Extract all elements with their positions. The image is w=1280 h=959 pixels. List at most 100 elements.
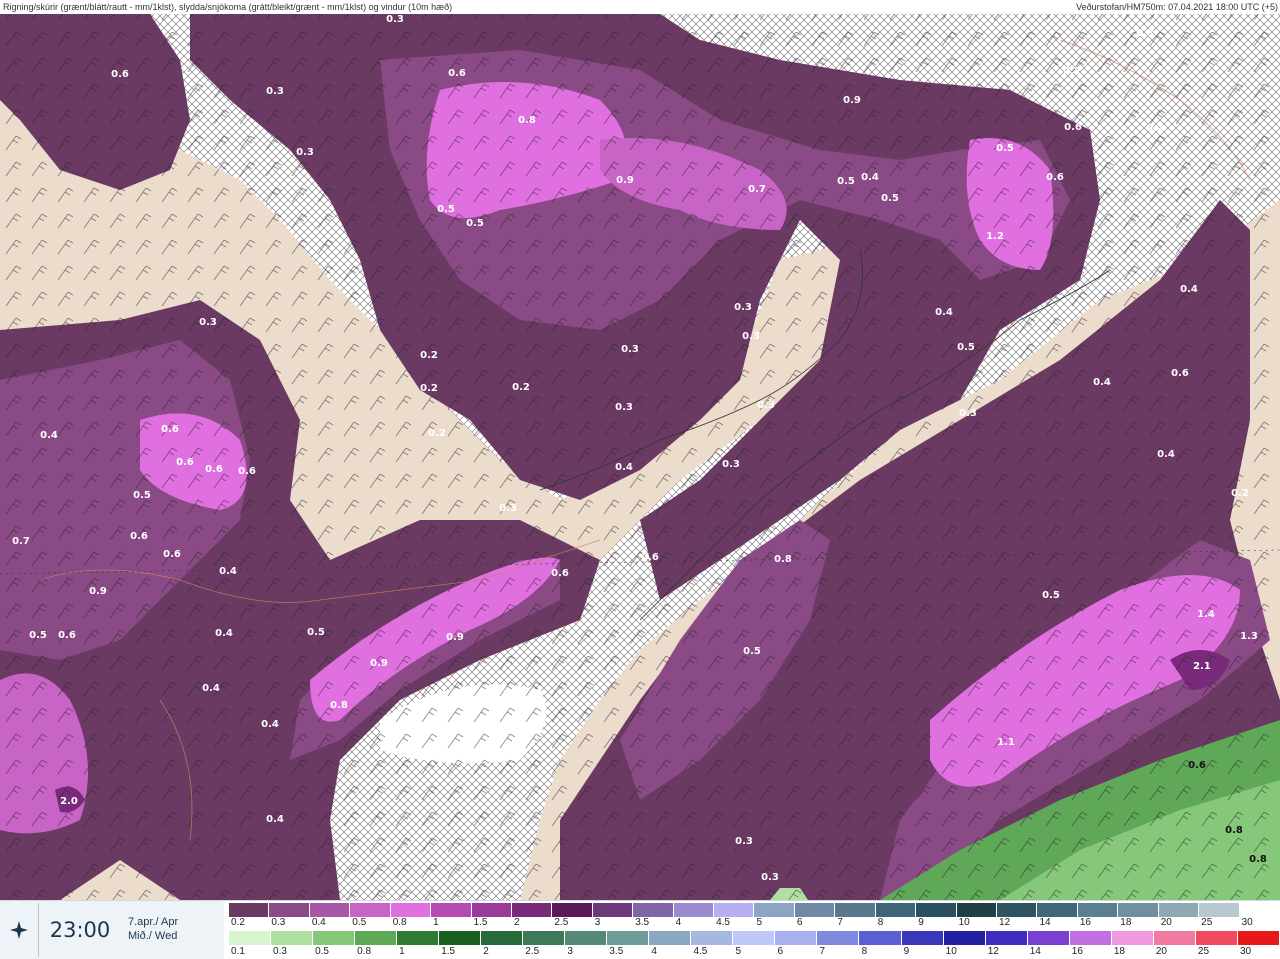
legend-label: 0.3 — [273, 946, 287, 957]
precip-value-label: 0.9 — [89, 586, 107, 597]
precip-value-label: 0.5 — [881, 193, 899, 204]
precip-value-label: 2.1 — [1193, 661, 1211, 672]
legend-label: 9 — [903, 946, 910, 957]
forecast-date: 7.apr./ Apr Mið./ Wed — [128, 915, 178, 943]
legend-swatch — [794, 903, 836, 917]
precip-value-label: 0.8 — [1249, 854, 1267, 865]
legend-swatch — [1118, 903, 1159, 917]
legend-label: 0.3 — [271, 917, 286, 928]
precip-value-label: 0.3 — [615, 402, 633, 413]
legend-swatch — [552, 903, 593, 917]
precip-value-label: 0.8 — [330, 700, 348, 711]
precip-value-label: 0.5 — [466, 218, 484, 229]
precip-value-label: 0.2 — [512, 382, 530, 393]
legend-label: 0.5 — [352, 917, 367, 928]
legend-swatch — [733, 931, 776, 945]
precip-value-label: 0.5 — [837, 176, 855, 187]
legend-label: 30 — [1239, 946, 1252, 957]
precip-value-label: 0.5 — [957, 342, 975, 353]
precip-value-label: 0.3 — [734, 302, 752, 313]
precip-value-label: 0.6 — [1064, 122, 1082, 133]
legend-label: 8 — [861, 946, 868, 957]
precip-value-label: 0.6 — [1188, 760, 1206, 771]
snow-scale-labels: 0.2 0.3 0.4 0.5 0.8 1 1.5 2 2.5 3 3.5 4 4.5 5 6 7 8 9 10 12… — [229, 917, 1280, 929]
legend-label: 16 — [1071, 946, 1083, 957]
precip-value-label: 1.1 — [997, 737, 1015, 748]
legend-swatch — [901, 931, 944, 945]
legend-label: 16 — [1079, 917, 1091, 928]
legend-label: 0.1 — [231, 946, 245, 957]
precip-value-label: 0.6 — [1171, 368, 1189, 379]
legend-swatch — [1158, 903, 1200, 917]
forecast-date-line2: Mið./ Wed — [128, 930, 178, 942]
precip-value-label: 0.4 — [202, 683, 220, 694]
legend-label: 9 — [918, 917, 924, 928]
precip-value-label: 0.3 — [1136, 28, 1154, 39]
legend-swatch — [592, 903, 634, 917]
precip-value-label: 0.4 — [1180, 284, 1198, 295]
rain-color-scale — [229, 931, 1280, 945]
legend-label: 14 — [1039, 917, 1051, 928]
legend-label: 0.4 — [311, 917, 326, 928]
weather-map[interactable]: 0.3 0.3 0.6 0.6 0.2 0.3 0.9 0.8 0.2 0.6 0.3 0.5 0.9 0… — [0, 14, 1280, 900]
legend-swatch — [673, 903, 715, 917]
legend-swatch — [397, 931, 440, 945]
legend-swatch — [633, 903, 674, 917]
forecast-date-line1: 7.apr./ Apr — [128, 916, 179, 928]
map-description: Rigning/skúrir (grænt/blátt/rautt - mm/1… — [3, 2, 453, 12]
weather-service-logo-icon — [10, 921, 28, 939]
precip-value-label: 0.6 — [641, 552, 659, 563]
legend-label: 3 — [567, 946, 573, 957]
rain-scale-labels: 0.1 0.3 0.5 0.8 1 1.5 2 2.5 3 3.5 4 4.5 5 6 7 8 9 10 12 14 1… — [229, 946, 1280, 958]
time-panel: 23:00 7.apr./ Apr Mið./ Wed — [0, 901, 224, 959]
legend-swatch — [817, 931, 860, 945]
legend-swatch — [431, 903, 472, 917]
legend-swatch — [1195, 931, 1238, 945]
precip-value-label: 0.4 — [219, 566, 237, 577]
precip-value-label: 0.3 — [722, 459, 740, 470]
precip-value-label: 0.3 — [757, 400, 775, 411]
legend-label: 18 — [1113, 946, 1125, 957]
legend-swatch — [1199, 903, 1240, 917]
legend-swatch — [390, 903, 432, 917]
precip-value-label: 0.3 — [199, 317, 217, 328]
legend-swatch — [607, 931, 650, 945]
snow-color-scale — [229, 903, 1280, 917]
legend-label: 4.5 — [716, 917, 730, 928]
precip-value-label: 0.8 — [1225, 825, 1243, 836]
legend-label: 7 — [819, 946, 826, 957]
legend-label: 8 — [877, 917, 884, 928]
precip-value-label: 0.9 — [446, 632, 464, 643]
legend-swatch — [229, 931, 272, 945]
legend-label: 0.8 — [357, 946, 372, 957]
precip-value-label: 0.5 — [996, 143, 1014, 154]
precip-value-label: 1.3 — [1240, 631, 1258, 642]
legend-swatch — [511, 903, 553, 917]
precip-value-label: 0.3 — [499, 503, 517, 514]
precip-value-label: 0.5 — [133, 490, 151, 501]
legend-label: 10 — [945, 946, 957, 957]
legend-swatch — [439, 931, 482, 945]
precip-value-label: 0.3 — [735, 836, 753, 847]
precip-value-label: 0.2 — [1146, 123, 1164, 134]
precip-value-label: 0.5 — [29, 630, 47, 641]
precip-value-label: 2.0 — [60, 796, 78, 807]
legend-swatch — [1153, 931, 1196, 945]
legend-swatch — [229, 903, 270, 917]
legend-swatch — [309, 903, 351, 917]
legend-swatch — [350, 903, 391, 917]
precip-value-label: 0.4 — [261, 719, 279, 730]
precip-value-label: 0.4 — [40, 430, 58, 441]
legend-swatch — [1069, 931, 1112, 945]
precip-value-label: 0.4 — [1093, 377, 1111, 388]
precip-value-label: 0.4 — [861, 172, 879, 183]
legend-swatch — [859, 931, 902, 945]
legend-label: 1 — [399, 946, 405, 957]
legend-label: 3.5 — [635, 917, 650, 928]
legend-swatch — [835, 903, 876, 917]
precip-value-label: 0.6 — [205, 464, 223, 475]
legend-label: 20 — [1155, 946, 1167, 957]
precip-value-label: 0.5 — [437, 204, 455, 215]
precip-value-label: 0.3 — [742, 331, 760, 342]
precip-value-label: 0.8 — [774, 554, 792, 565]
